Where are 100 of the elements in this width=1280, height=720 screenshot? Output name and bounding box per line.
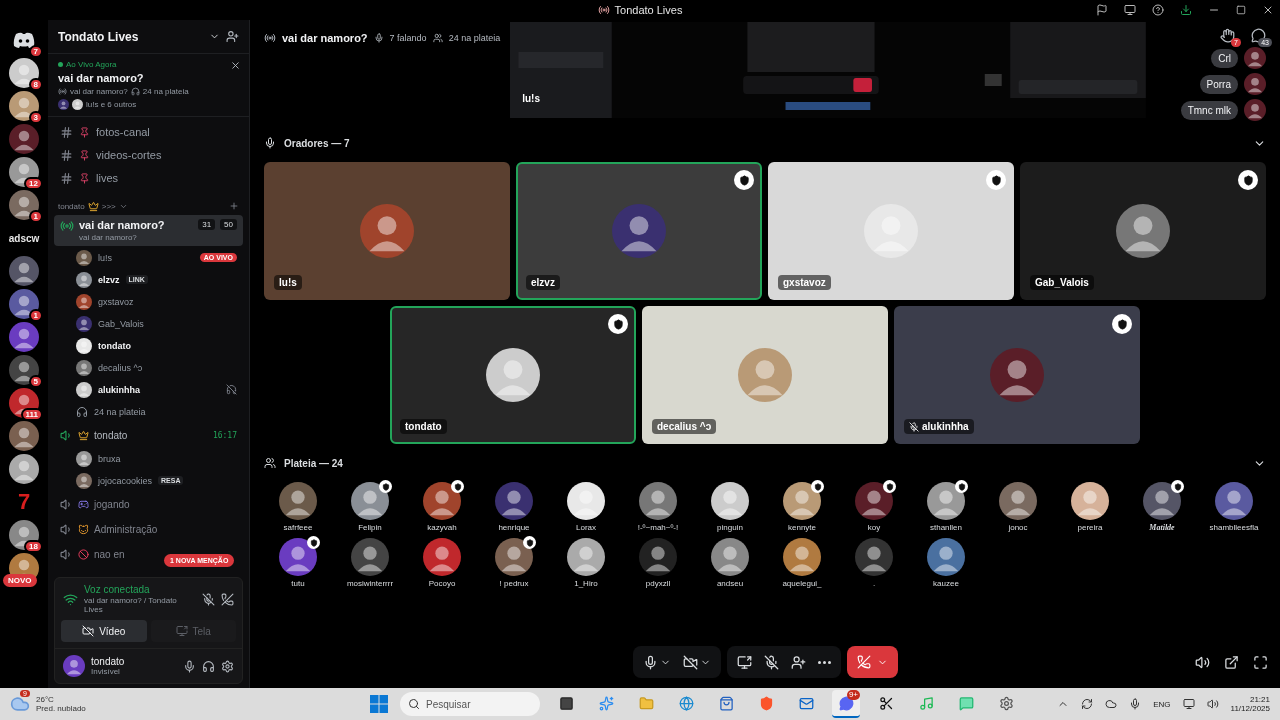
audience-name[interactable]: koy <box>867 523 881 532</box>
mic-icon[interactable] <box>183 659 196 673</box>
close-icon[interactable] <box>1262 4 1274 16</box>
speaker-tile[interactable]: tondato <box>390 306 636 444</box>
category-name[interactable]: tondato <box>58 201 85 211</box>
member-name[interactable]: alukinhha <box>98 384 140 395</box>
audience-name[interactable]: Matilde <box>1149 523 1175 532</box>
audience-name[interactable]: kazyvah <box>427 523 457 532</box>
avatar <box>58 99 69 110</box>
audience-name[interactable]: Pocoyo <box>428 579 456 588</box>
clock-time[interactable]: 21:21 <box>1249 695 1270 704</box>
hash-icon <box>60 125 73 139</box>
member-name[interactable]: tondato <box>98 340 131 351</box>
audience-name[interactable]: Lorax <box>576 523 596 532</box>
screen-share-icon <box>736 654 752 670</box>
member-name[interactable]: lu!s <box>98 252 112 263</box>
server-name[interactable]: adscw <box>8 232 40 244</box>
channel-name[interactable]: lives <box>96 172 118 184</box>
audience-name[interactable]: kauzee <box>933 579 959 588</box>
monitor-icon[interactable] <box>1124 4 1136 16</box>
audience-name[interactable]: !-º~mah~º-! <box>637 523 679 532</box>
audience-name[interactable]: aquelegui_ <box>782 579 822 588</box>
speaker-tile[interactable]: elzvz <box>516 162 762 300</box>
mic-icon[interactable] <box>1129 698 1142 710</box>
avatar <box>927 482 965 520</box>
clock-date[interactable]: 11/12/2025 <box>1230 704 1270 713</box>
audience-name[interactable]: . <box>872 579 876 588</box>
channel-name[interactable]: Administração <box>94 523 158 535</box>
headphones-icon[interactable] <box>202 659 215 673</box>
stage-channel[interactable]: vai dar namoro? vai dar namoro? 31 50 <box>54 215 243 246</box>
live-title: vai dar namoro? <box>58 72 145 84</box>
channel-name[interactable]: jogando <box>94 498 130 510</box>
avatar <box>76 450 92 467</box>
avatar <box>76 359 92 376</box>
speaker-tile[interactable]: Gab_Valois <box>1020 162 1266 300</box>
download-icon[interactable] <box>1180 4 1192 16</box>
audience-name[interactable]: pereira <box>1077 523 1103 532</box>
add-icon[interactable] <box>229 201 239 211</box>
network-icon[interactable] <box>1182 698 1195 710</box>
member-name[interactable]: elzvz <box>98 274 120 285</box>
server-title[interactable]: Tondato Lives <box>58 29 203 44</box>
avatar <box>9 58 39 88</box>
speaker-tile[interactable]: lu!s <box>264 162 510 300</box>
camera-off-icon <box>682 654 698 670</box>
settings-icon[interactable] <box>221 659 234 673</box>
audience-name[interactable]: 1_Hiro <box>574 579 598 588</box>
member-name[interactable]: bruxa <box>98 453 121 464</box>
member-name[interactable]: jojocacookies <box>98 475 153 486</box>
headphones-icon <box>76 405 88 418</box>
cloud-icon[interactable] <box>1105 698 1118 710</box>
invite-icon[interactable] <box>226 30 239 43</box>
audience-count: 24 na plateia <box>448 33 501 43</box>
audience-name[interactable]: pdyxzll <box>645 579 671 588</box>
audience-name[interactable]: jonoc <box>1008 523 1028 532</box>
volume-icon[interactable] <box>1206 698 1219 710</box>
language-indicator[interactable]: ENG <box>1153 699 1171 709</box>
channel-name[interactable]: tondato <box>94 429 128 441</box>
audience-count: 24 na plateia <box>142 87 189 96</box>
speaker-name: tondato <box>400 419 447 434</box>
audience-name[interactable]: kennyte <box>788 523 816 532</box>
hang-up-button[interactable] <box>846 646 898 678</box>
search-field[interactable]: Pesquisar <box>400 692 540 716</box>
audience-name[interactable]: mosiwinterrrr <box>346 579 394 588</box>
channel-name[interactable]: fotos-canal <box>96 126 150 138</box>
pop-out-icon[interactable] <box>1224 654 1239 670</box>
channel-name[interactable]: nao en <box>94 548 125 560</box>
audience-name[interactable]: ! pedrux <box>499 579 529 588</box>
help-icon[interactable] <box>1152 4 1164 16</box>
settings-icon <box>998 695 1014 711</box>
more-button[interactable] <box>815 658 833 666</box>
notification-badge: 18 <box>24 540 43 553</box>
audience-name[interactable]: shamblleesfla <box>1209 523 1259 532</box>
channel-name[interactable]: videos-cortes <box>96 149 162 161</box>
close-icon[interactable] <box>230 60 241 71</box>
user-limit: 50 <box>220 219 237 230</box>
member-name[interactable]: gxstavoz <box>98 296 134 307</box>
disconnect-icon[interactable] <box>221 592 234 606</box>
taskbar-app[interactable]: 9+ <box>832 690 860 718</box>
server-name[interactable]: 7 <box>17 489 31 515</box>
audience-name[interactable]: andseu <box>716 579 744 588</box>
audience-name[interactable]: safrfeee <box>283 523 313 532</box>
speaker-tile[interactable]: alukinhha <box>894 306 1140 444</box>
audience-name[interactable]: sthanllen <box>930 523 962 532</box>
fullscreen-icon[interactable] <box>1253 654 1268 670</box>
audience-name[interactable]: henrique <box>498 523 530 532</box>
video-button[interactable]: Vídeo <box>61 620 147 642</box>
member-name[interactable]: decalius ^ↄ <box>98 362 143 373</box>
speaker-tile[interactable]: gxstavoz <box>768 162 1014 300</box>
audience-name[interactable]: Felipin <box>358 523 382 532</box>
maximize-icon[interactable] <box>1236 5 1246 15</box>
audience-name[interactable]: tutu <box>291 579 305 588</box>
flag-icon[interactable] <box>1096 4 1108 16</box>
sync-icon[interactable] <box>1081 698 1094 710</box>
member-name[interactable]: Gab_Valois <box>98 318 144 329</box>
volume-icon[interactable] <box>1195 654 1210 670</box>
speaker-tile[interactable]: decalius ^ↄ <box>642 306 888 444</box>
speaker-name: alukinhha <box>904 419 974 434</box>
avatar <box>9 520 39 550</box>
audience-name[interactable]: pinguin <box>717 523 743 532</box>
discord-logo[interactable] <box>13 32 35 48</box>
